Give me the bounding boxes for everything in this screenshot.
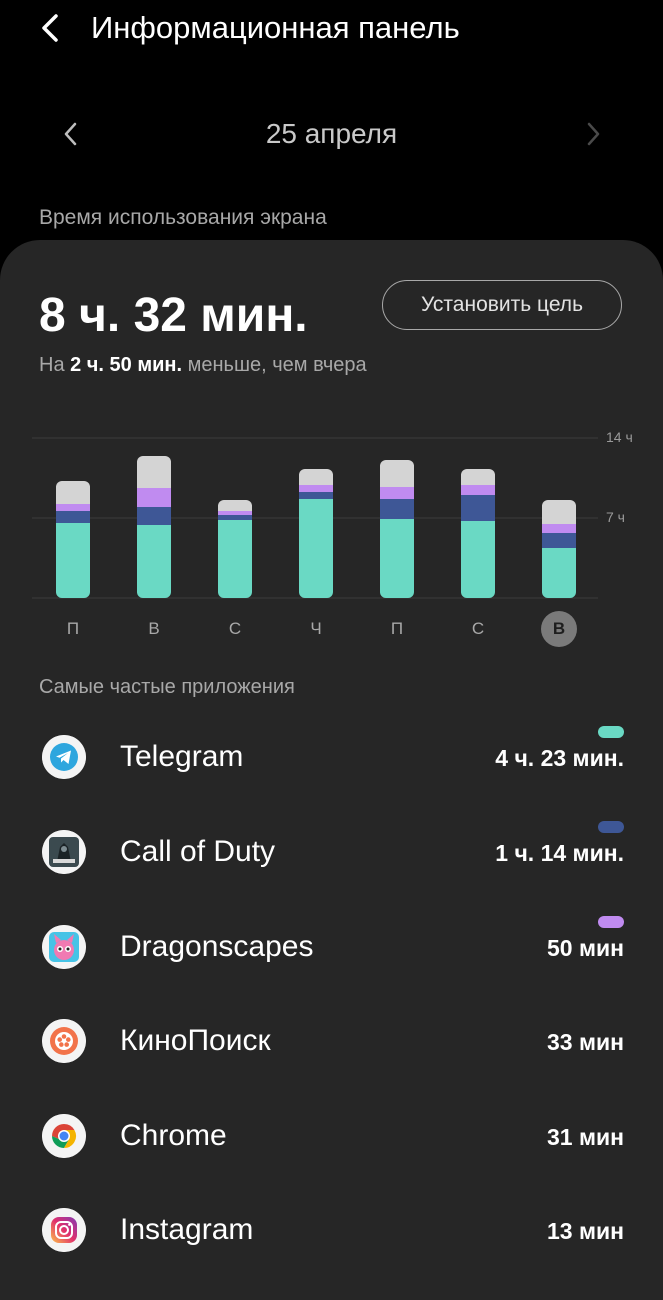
chart-bar-segment xyxy=(218,520,252,598)
x-tick-label[interactable]: П xyxy=(379,611,415,647)
chart-bar-segment xyxy=(380,519,414,598)
chrome-icon xyxy=(42,1114,86,1158)
back-button[interactable] xyxy=(34,8,70,48)
chart-bar-segment xyxy=(299,484,333,492)
app-row[interactable]: Telegram 4 ч. 23 мин. xyxy=(0,710,663,804)
app-row[interactable]: Chrome 31 мин xyxy=(0,1089,663,1183)
chart-bar[interactable] xyxy=(299,468,333,598)
app-name: Chrome xyxy=(120,1119,227,1152)
back-arrow-icon xyxy=(42,14,58,42)
app-name: Instagram xyxy=(120,1213,254,1246)
chart-bar-segment xyxy=(542,523,576,533)
instagram-icon xyxy=(42,1208,86,1252)
chart-bar-segment xyxy=(461,484,495,496)
comparison-suffix: меньше, чем вчера xyxy=(182,354,367,376)
chart-bar-segment xyxy=(461,495,495,522)
telegram-icon xyxy=(42,735,86,779)
top-apps-label: Самые частые приложения xyxy=(39,676,295,698)
chart-bar-segment xyxy=(542,532,576,548)
page-title: Информационная панель xyxy=(91,10,460,45)
app-color-legend xyxy=(598,726,624,738)
app-row[interactable]: Instagram 13 мин xyxy=(0,1183,663,1277)
chart-bar-segment xyxy=(56,504,90,512)
app-color-legend xyxy=(598,916,624,928)
chart-bar-segment xyxy=(542,547,576,598)
x-tick-label[interactable]: С xyxy=(217,611,253,647)
current-date: 25 апреля xyxy=(265,118,398,149)
chart-bar-segment xyxy=(218,499,252,512)
app-name: КиноПоиск xyxy=(120,1024,271,1057)
next-day-button[interactable] xyxy=(578,115,608,153)
chart-bar-segment xyxy=(137,506,171,525)
app-name: Telegram xyxy=(120,740,244,773)
app-row[interactable]: КиноПоиск 33 мин xyxy=(0,994,663,1088)
chart-bar-segment xyxy=(299,491,333,499)
app-name: Call of Duty xyxy=(120,835,276,868)
total-screen-time: 8 ч. 32 мин. xyxy=(39,289,308,342)
chart-bar[interactable] xyxy=(56,481,90,598)
x-tick-label[interactable]: В xyxy=(541,611,577,647)
chart-bar[interactable] xyxy=(542,499,576,598)
app-usage-time: 4 ч. 23 мин. xyxy=(495,745,624,771)
chart-bar-segment xyxy=(56,522,90,598)
x-tick-label[interactable]: Ч xyxy=(298,611,334,647)
chart-bar-segment xyxy=(56,511,90,523)
chart-bar-segment xyxy=(461,521,495,598)
comparison-prefix: На xyxy=(39,354,71,376)
weekly-usage-chart: 7 ч 14 ч П В С Ч П С В xyxy=(0,420,663,650)
date-navigator: 25 апреля xyxy=(0,105,663,163)
chart-bar[interactable] xyxy=(380,459,414,598)
chart-bar-segment xyxy=(380,498,414,520)
dragonscapes-icon xyxy=(42,925,86,969)
chart-bar-segment xyxy=(137,488,171,507)
screen-time-label: Время использования экрана xyxy=(39,206,327,229)
kinopoisk-icon xyxy=(42,1019,86,1063)
call-of-duty-icon xyxy=(42,830,86,874)
app-row[interactable]: Dragonscapes 50 мин xyxy=(0,900,663,994)
chart-bar-segment xyxy=(137,524,171,598)
app-color-legend xyxy=(598,821,624,833)
header: Информационная панель xyxy=(0,0,663,60)
y-tick-label: 14 ч xyxy=(606,429,633,445)
chart-bar-segment xyxy=(299,468,333,485)
x-tick-label[interactable]: В xyxy=(136,611,172,647)
chart-bar[interactable] xyxy=(137,456,171,598)
x-tick-label[interactable]: П xyxy=(55,611,91,647)
chart-bar[interactable] xyxy=(218,499,252,598)
comparison-text: На 2 ч. 50 мин. меньше, чем вчера xyxy=(39,352,369,379)
chart-bar-segment xyxy=(56,481,90,505)
app-usage-time: 31 мин xyxy=(546,1124,624,1150)
app-usage-time: 13 мин xyxy=(546,1218,624,1244)
x-tick-label[interactable]: С xyxy=(460,611,496,647)
app-usage-time: 50 мин xyxy=(546,935,624,961)
chevron-right-icon xyxy=(587,122,600,146)
set-goal-button[interactable]: Установить цель xyxy=(382,280,622,330)
chart-bar-segment xyxy=(461,468,495,485)
chart-bar[interactable] xyxy=(461,468,495,598)
chart-bar-segment xyxy=(299,498,333,598)
chart-bar-segment xyxy=(380,459,414,488)
app-name: Dragonscapes xyxy=(120,930,314,963)
y-tick-label: 7 ч xyxy=(606,509,625,525)
chart-bar-segment xyxy=(542,499,576,524)
app-usage-time: 1 ч. 14 мин. xyxy=(495,840,624,866)
app-row[interactable]: Call of Duty 1 ч. 14 мин. xyxy=(0,805,663,899)
chart-bar-segment xyxy=(380,487,414,499)
app-usage-time: 33 мин xyxy=(546,1029,624,1055)
comparison-amount: 2 ч. 50 мин. xyxy=(70,354,183,376)
chart-bar-segment xyxy=(137,456,171,489)
